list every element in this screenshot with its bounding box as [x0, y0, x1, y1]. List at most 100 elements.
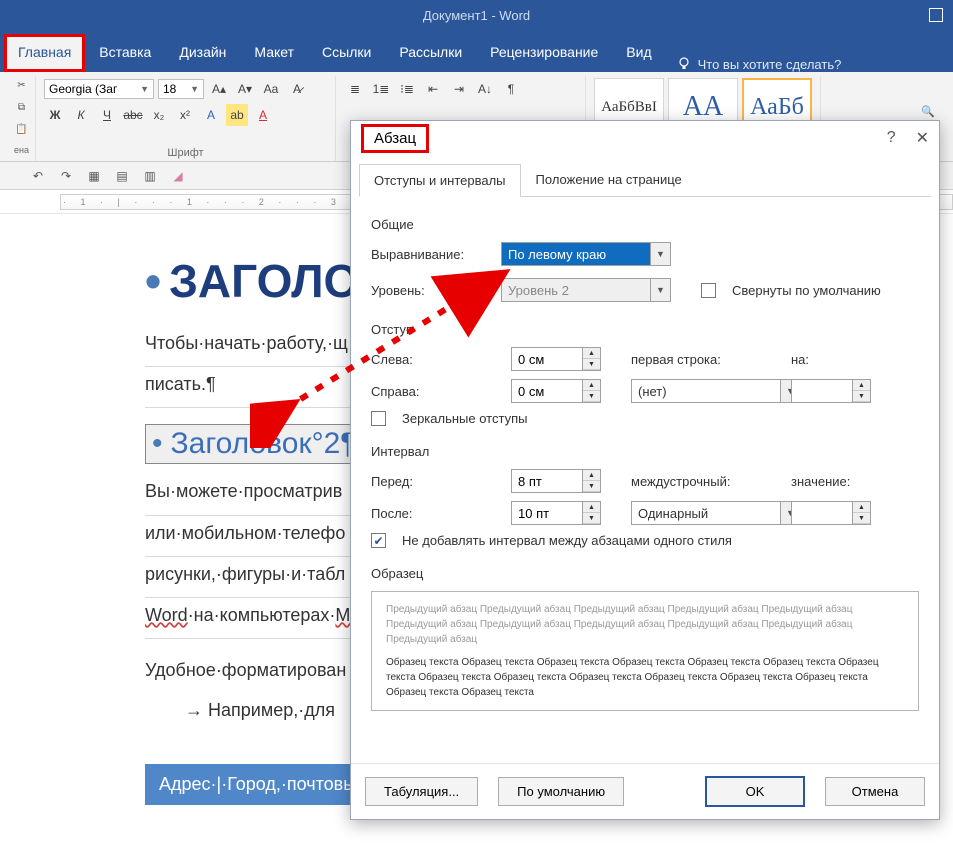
- maximize-icon[interactable]: [929, 8, 943, 22]
- titlebar: Документ1 - Word: [0, 0, 953, 30]
- spin-up-icon[interactable]: ▲: [853, 380, 870, 391]
- spin-down-icon[interactable]: ▼: [583, 391, 600, 402]
- indent-right-label: Справа:: [371, 384, 491, 399]
- grow-font-icon[interactable]: A▴: [208, 78, 230, 100]
- highlight-icon[interactable]: ab: [226, 104, 248, 126]
- font-group: Georgia (Заг▼ 18▼ A▴ A▾ Aa A̷ Ж К Ч abc …: [36, 76, 336, 161]
- tab-insert[interactable]: Вставка: [85, 34, 165, 72]
- shrink-font-icon[interactable]: A▾: [234, 78, 256, 100]
- first-line-label: первая строка:: [631, 352, 751, 367]
- indent-left-spin[interactable]: ▲▼: [511, 347, 601, 371]
- dialog-buttons: Табуляция... По умолчанию OK Отмена: [351, 763, 939, 819]
- by-spin[interactable]: ▲▼: [791, 379, 871, 403]
- spin-down-icon[interactable]: ▼: [583, 359, 600, 370]
- spin-up-icon[interactable]: ▲: [853, 502, 870, 513]
- paste-icon[interactable]: 📋: [15, 124, 27, 140]
- bold-icon[interactable]: Ж: [44, 104, 66, 126]
- clear-format-icon[interactable]: A̷: [286, 78, 308, 100]
- line-spacing-value: Одинарный: [638, 506, 708, 521]
- outline-level-label: Уровень:: [371, 283, 491, 298]
- mirror-indents-label: Зеркальные отступы: [402, 411, 527, 426]
- underline-icon[interactable]: Ч: [96, 104, 118, 126]
- undo-icon[interactable]: ↶: [28, 169, 48, 183]
- alignment-select[interactable]: По левому краю▼: [501, 242, 671, 266]
- mirror-indents-checkbox[interactable]: [371, 411, 386, 426]
- font-size-combo[interactable]: 18▼: [158, 79, 204, 99]
- help-icon[interactable]: ?: [887, 129, 896, 147]
- section-spacing: Интервал: [371, 444, 919, 459]
- font-name-value: Georgia (Заг: [49, 82, 117, 96]
- sort-icon[interactable]: A↓: [474, 78, 496, 100]
- cancel-button[interactable]: Отмена: [825, 777, 925, 806]
- font-size-value: 18: [163, 82, 176, 96]
- at-spin[interactable]: ▲▼: [791, 501, 871, 525]
- text-effects-icon[interactable]: A: [200, 104, 222, 126]
- collapsed-label: Свернуты по умолчанию: [732, 283, 881, 298]
- set-default-button[interactable]: По умолчанию: [498, 777, 624, 806]
- show-marks-icon[interactable]: ¶: [500, 78, 522, 100]
- tell-me[interactable]: Что вы хотите сделать?: [676, 56, 842, 72]
- indent-right-input[interactable]: [512, 384, 572, 399]
- by-input[interactable]: [792, 384, 852, 399]
- no-space-same-style-checkbox[interactable]: ✔: [371, 533, 386, 548]
- spin-up-icon[interactable]: ▲: [583, 470, 600, 481]
- spin-down-icon[interactable]: ▼: [853, 513, 870, 524]
- doc-heading2: Заголовок°2¶: [145, 424, 363, 464]
- tab-layout[interactable]: Макет: [240, 34, 308, 72]
- font-group-label: Шрифт: [44, 147, 327, 161]
- space-after-spin[interactable]: ▲▼: [511, 501, 601, 525]
- bullets-icon[interactable]: ≣: [344, 78, 366, 100]
- superscript-icon[interactable]: x²: [174, 104, 196, 126]
- spin-up-icon[interactable]: ▲: [583, 380, 600, 391]
- space-before-spin[interactable]: ▲▼: [511, 469, 601, 493]
- table-icon[interactable]: ▥: [140, 169, 160, 183]
- close-icon[interactable]: ✕: [916, 128, 929, 148]
- dialog-titlebar: Абзац ? ✕: [351, 121, 939, 155]
- italic-icon[interactable]: К: [70, 104, 92, 126]
- space-after-input[interactable]: [512, 506, 572, 521]
- tab-line-breaks[interactable]: Положение на странице: [521, 163, 697, 196]
- space-before-input[interactable]: [512, 474, 572, 489]
- first-line-select[interactable]: (нет)▼: [631, 379, 801, 403]
- spin-up-icon[interactable]: ▲: [583, 502, 600, 513]
- font-color-icon[interactable]: A: [252, 104, 274, 126]
- tab-design[interactable]: Дизайн: [165, 34, 240, 72]
- bulb-icon: [676, 56, 692, 72]
- at-input[interactable]: [792, 506, 852, 521]
- section-general: Общие: [371, 217, 919, 232]
- tab-indents-spacing[interactable]: Отступы и интервалы: [359, 164, 521, 197]
- spin-down-icon[interactable]: ▼: [583, 513, 600, 524]
- spin-up-icon[interactable]: ▲: [583, 348, 600, 359]
- eraser-icon[interactable]: ◢: [168, 169, 188, 183]
- subscript-icon[interactable]: x₂: [148, 104, 170, 126]
- numbering-icon[interactable]: 1≣: [370, 78, 392, 100]
- tab-mailings[interactable]: Рассылки: [385, 34, 476, 72]
- spin-down-icon[interactable]: ▼: [853, 391, 870, 402]
- font-name-combo[interactable]: Georgia (Заг▼: [44, 79, 154, 99]
- preview-sample-text: Образец текста Образец текста Образец те…: [386, 655, 904, 700]
- open-icon[interactable]: ▤: [112, 169, 132, 183]
- new-icon[interactable]: ▦: [84, 169, 104, 183]
- redo-icon[interactable]: ↷: [56, 169, 76, 183]
- ok-button[interactable]: OK: [705, 776, 805, 807]
- collapsed-checkbox[interactable]: [701, 283, 716, 298]
- find-icon[interactable]: 🔍: [921, 105, 935, 118]
- indent-left-input[interactable]: [512, 352, 572, 367]
- multilevel-icon[interactable]: ⁝≣: [396, 78, 418, 100]
- dialog-body: Общие Выравнивание: По левому краю▼ Уров…: [351, 197, 939, 763]
- doc-text: ·на·компьютерах·: [188, 605, 336, 625]
- increase-indent-icon[interactable]: ⇥: [448, 78, 470, 100]
- tab-review[interactable]: Рецензирование: [476, 34, 612, 72]
- tab-home[interactable]: Главная: [4, 34, 85, 72]
- indent-right-spin[interactable]: ▲▼: [511, 379, 601, 403]
- line-spacing-select[interactable]: Одинарный▼: [631, 501, 801, 525]
- tab-references[interactable]: Ссылки: [308, 34, 385, 72]
- spin-down-icon[interactable]: ▼: [583, 481, 600, 492]
- cut-icon[interactable]: ✂: [17, 80, 25, 96]
- copy-icon[interactable]: ⧉: [18, 102, 25, 118]
- decrease-indent-icon[interactable]: ⇤: [422, 78, 444, 100]
- tabs-button[interactable]: Табуляция...: [365, 777, 478, 806]
- change-case-icon[interactable]: Aa: [260, 78, 282, 100]
- tab-view[interactable]: Вид: [612, 34, 665, 72]
- strike-icon[interactable]: abc: [122, 104, 144, 126]
